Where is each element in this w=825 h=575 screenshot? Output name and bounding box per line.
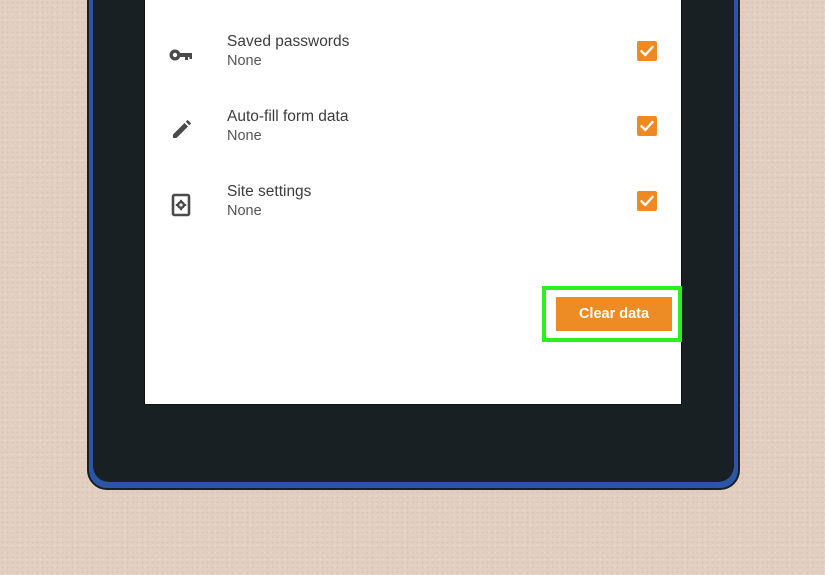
site-settings-label: Site settings: [227, 183, 312, 200]
autofill-label: Auto-fill form data: [227, 108, 349, 125]
site-settings-value: None: [227, 203, 262, 219]
site-settings-checkbox[interactable]: [637, 191, 657, 211]
saved-passwords-value: None: [227, 53, 262, 69]
autofill-checkbox[interactable]: [637, 116, 657, 136]
autofill-value: None: [227, 128, 262, 144]
setting-row-autofill[interactable]: Auto-fill form data None: [145, 108, 681, 168]
pencil-icon: [167, 116, 195, 144]
saved-passwords-label: Saved passwords: [227, 33, 350, 50]
key-icon: [167, 41, 195, 69]
checkmark-icon: [640, 195, 654, 207]
checkmark-icon: [640, 45, 654, 57]
site-settings-icon: [167, 191, 195, 219]
setting-row-saved-passwords[interactable]: Saved passwords None: [145, 33, 681, 93]
checkmark-icon: [640, 120, 654, 132]
saved-passwords-checkbox[interactable]: [637, 41, 657, 61]
clear-data-button[interactable]: Clear data: [556, 297, 672, 331]
setting-row-site-settings[interactable]: Site settings None: [145, 183, 681, 243]
screen: Saved passwords None Auto-fill form data…: [144, 0, 682, 405]
